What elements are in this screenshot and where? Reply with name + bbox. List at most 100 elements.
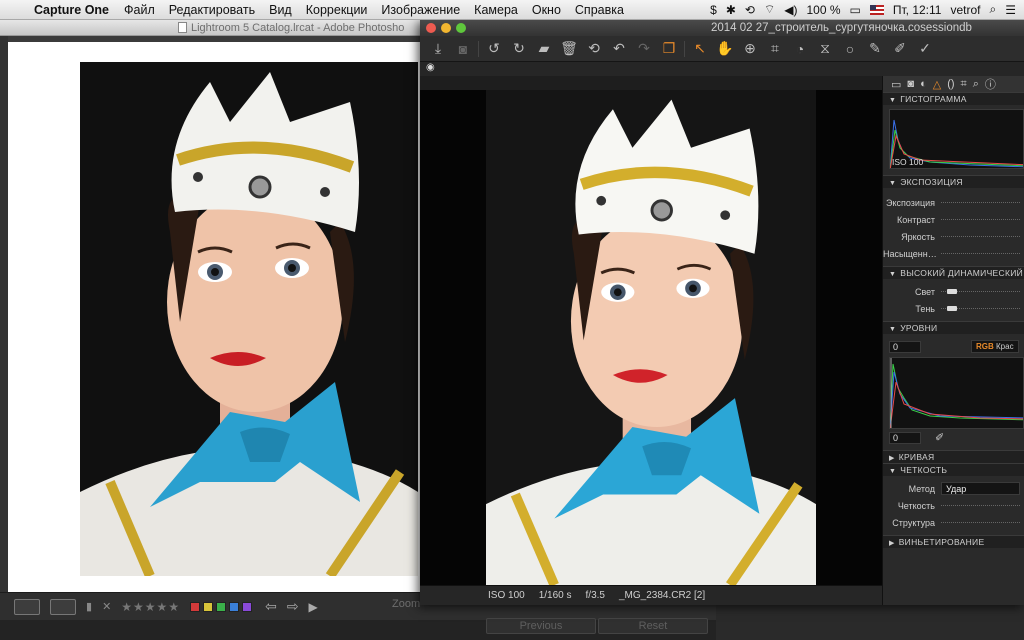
structure-slider-row[interactable]: Структура [883, 514, 1024, 531]
levels-histogram[interactable] [889, 357, 1024, 429]
menu-view[interactable]: Вид [262, 3, 299, 17]
reject-flag-icon[interactable]: ✕ [102, 600, 111, 613]
menu-camera[interactable]: Камера [467, 3, 525, 17]
spot-removal-icon[interactable]: ○ [840, 41, 860, 57]
exposure-section-header[interactable]: ▼ ЭКСПОЗИЦИЯ [883, 175, 1024, 188]
pan-hand-icon[interactable]: ✋ [715, 40, 735, 57]
composition-tab-icon[interactable]: ⌗ [961, 78, 967, 91]
battery-icon[interactable]: ▭ [850, 3, 861, 17]
levels-section-header[interactable]: ▼ УРОВНИ [883, 321, 1024, 334]
levels-curves [890, 358, 1023, 428]
previous-button[interactable]: Previous [486, 618, 596, 634]
levels-low-input[interactable]: 0 [889, 340, 921, 353]
slider-knob[interactable] [947, 289, 957, 294]
curve-section-header[interactable]: ▶ КРИВАЯ [883, 450, 1024, 463]
search-icon[interactable]: ⌕ [990, 2, 997, 17]
slider-knob[interactable] [947, 306, 957, 311]
menu-adjustments[interactable]: Коррекции [299, 3, 375, 17]
reset-adjustments-icon[interactable]: ⟲ [584, 40, 604, 57]
battery-status[interactable]: 100 % [807, 3, 841, 17]
play-slideshow-icon[interactable]: ▶ [309, 600, 318, 614]
zoom-window-button[interactable] [456, 23, 466, 33]
highlight-slider-row[interactable]: Свет [883, 283, 1024, 300]
toolbar-separator [478, 40, 479, 57]
color-label-purple[interactable] [242, 601, 253, 612]
menu-help[interactable]: Справка [568, 3, 631, 17]
library-tab-icon[interactable]: ▭ [891, 78, 901, 91]
sound-icon[interactable]: ◀) [784, 3, 797, 17]
exposure-tab-icon[interactable]: △ [933, 78, 941, 91]
reset-button[interactable]: Reset [598, 618, 708, 634]
move-to-folder-icon[interactable]: ▰ [534, 40, 554, 57]
color-label-blue[interactable] [229, 601, 240, 612]
bluetooth-icon[interactable]: ✱ [726, 3, 736, 17]
menu-file[interactable]: Файл [117, 3, 162, 17]
histogram-graph: ISO 100 [889, 109, 1024, 169]
picker-icon[interactable]: ✐ [890, 40, 910, 57]
loupe-view-button[interactable] [14, 598, 40, 615]
select-cursor-icon[interactable]: ↖ [690, 40, 710, 57]
brightness-slider-row[interactable]: Яркость [883, 228, 1024, 245]
vignette-section-header[interactable]: ▶ ВИНЬЕТИРОВАНИЕ [883, 535, 1024, 548]
capture-camera-icon[interactable]: ◙ [453, 41, 473, 57]
saturation-slider-row[interactable]: Насыщенн… [883, 245, 1024, 262]
wifi-icon[interactable]: ⌔ [764, 2, 775, 17]
menu-window[interactable]: Окно [525, 3, 568, 17]
compare-view-button[interactable] [50, 598, 76, 615]
input-source-flag-icon[interactable] [869, 4, 884, 15]
shutter-value: 1/160 s [538, 590, 572, 601]
undo-icon[interactable]: ↶ [609, 40, 629, 57]
annotate-icon[interactable]: ✓ [915, 40, 935, 57]
metadata-tab-icon[interactable]: ⓘ [985, 76, 996, 92]
levels-high-input[interactable]: 0 [889, 431, 921, 444]
flag-icon[interactable]: ▮ [86, 600, 92, 613]
color-tab-icon[interactable]: ◐ [920, 78, 927, 90]
notification-icon[interactable]: ☰ [1005, 3, 1016, 17]
crop-icon[interactable]: ⌗ [765, 40, 785, 57]
contrast-slider-row[interactable]: Контраст [883, 211, 1024, 228]
eyedropper-icon[interactable]: ✐ [935, 431, 944, 444]
capture-tab-icon[interactable]: ◙ [907, 78, 914, 90]
levels-channel-selector[interactable]: RGB Крас [971, 340, 1019, 353]
clarity-slider-row[interactable]: Четкость [883, 497, 1024, 514]
clarity-method-dropdown[interactable]: Удар [941, 482, 1020, 495]
histogram-section-header[interactable]: ▼ ГИСТОГРАММА [883, 92, 1024, 105]
clarity-section-header[interactable]: ▼ ЧЕТКОСТЬ [883, 463, 1024, 476]
zoom-cursor-icon[interactable]: ⊕ [740, 40, 760, 57]
close-window-button[interactable] [426, 23, 436, 33]
arrow-right-icon[interactable]: ⇨ [287, 598, 299, 615]
details-tab-icon[interactable]: ⌕ [973, 78, 979, 91]
captureone-titlebar[interactable]: 2014 02 27_строитель_сургутяночка.cosess… [420, 20, 1024, 36]
rating-stars[interactable]: ★★★★★ [121, 600, 180, 614]
clock[interactable]: Пт, 12:11 [893, 3, 942, 17]
brush-icon[interactable]: ✎ [865, 40, 885, 57]
lens-tab-icon[interactable]: () [947, 78, 954, 90]
eye-icon[interactable]: ◉ [426, 62, 435, 73]
user-name[interactable]: vetrof [950, 3, 980, 17]
hdr-section-header[interactable]: ▼ ВЫСОКИЙ ДИНАМИЧЕСКИЙ [883, 266, 1024, 279]
redo-icon[interactable]: ↷ [634, 40, 654, 57]
rotate-left-icon[interactable]: ↺ [484, 40, 504, 57]
lightroom-left-panel-edge[interactable] [0, 36, 8, 610]
color-label-green[interactable] [216, 601, 227, 612]
arrow-left-icon[interactable]: ⇦ [265, 598, 277, 615]
rotate-tool-icon[interactable]: ◔ [790, 41, 810, 57]
minimize-window-button[interactable] [441, 23, 451, 33]
tools-panel: ▭ ◙ ◐ △ () ⌗ ⌕ ⓘ ▼ ГИСТОГРАММА ISO 100 ▼ Э… [882, 76, 1024, 605]
rotate-right-icon[interactable]: ↻ [509, 40, 529, 57]
color-label-yellow[interactable] [203, 601, 214, 612]
shadow-slider-row[interactable]: Тень [883, 300, 1024, 317]
app-menu[interactable]: Capture One [30, 3, 117, 17]
copy-apply-icon[interactable]: ❐ [659, 40, 679, 57]
menu-edit[interactable]: Редактировать [162, 3, 262, 17]
menu-image[interactable]: Изображение [374, 3, 467, 17]
trash-icon[interactable]: 🗑 [559, 40, 579, 57]
dollar-icon[interactable]: $ [710, 3, 717, 17]
time-machine-icon[interactable]: ⟲ [745, 3, 755, 17]
histogram-iso: ISO 100 [892, 157, 924, 167]
captureone-viewer[interactable] [420, 90, 882, 585]
import-icon[interactable]: ⤓ [428, 40, 448, 57]
keystone-icon[interactable]: ⧖ [815, 40, 835, 57]
color-label-red[interactable] [190, 601, 201, 612]
exposure-slider-row[interactable]: Экспозиция [883, 194, 1024, 211]
